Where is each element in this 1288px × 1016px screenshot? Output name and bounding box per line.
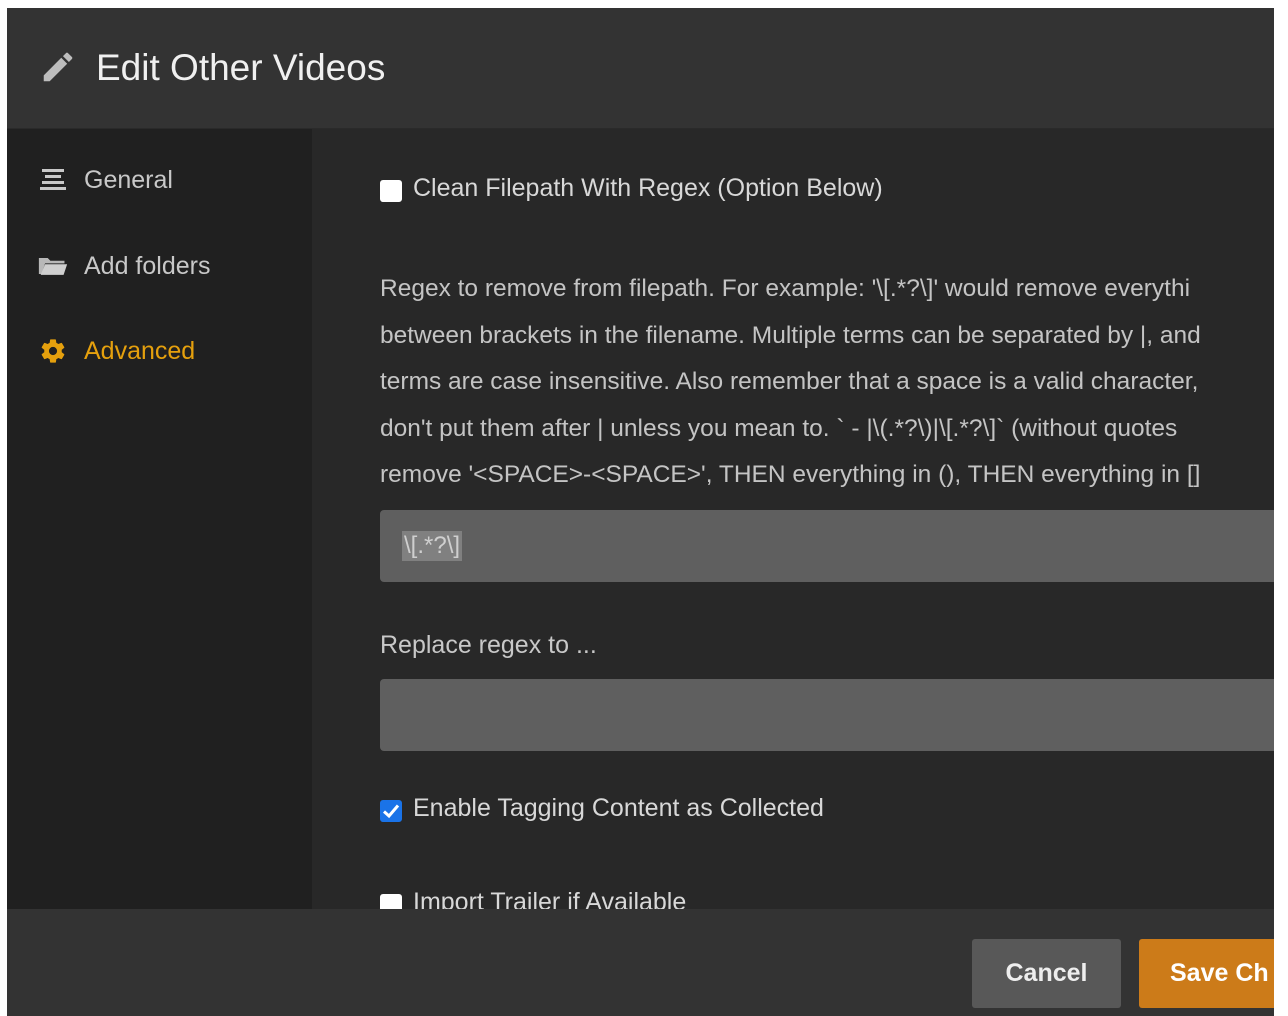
import-trailer-label: Import Trailer if Available — [413, 888, 687, 909]
help-line: Regex to remove from filepath. For examp… — [380, 275, 1191, 302]
gear-icon — [38, 336, 68, 366]
sidebar-item-label: Add folders — [84, 251, 211, 280]
sidebar-item-add-folders[interactable]: Add folders — [38, 246, 210, 286]
checkmark-icon — [382, 804, 400, 819]
enable-tagging-checkbox[interactable] — [380, 800, 402, 822]
sidebar-item-advanced[interactable]: Advanced — [38, 331, 195, 371]
regex-help-text: Regex to remove from filepath. For examp… — [380, 266, 1274, 499]
sidebar-item-label: Advanced — [84, 336, 196, 365]
edit-library-modal: Edit Other Videos General Add folders Ad… — [7, 8, 1274, 1016]
pencil-icon — [43, 52, 73, 82]
list-icon — [38, 165, 68, 195]
help-line: don't put them after | unless you mean t… — [380, 414, 1178, 442]
enable-tagging-label: Enable Tagging Content as Collected — [413, 794, 824, 822]
help-line: terms are case insensitive. Also remembe… — [380, 368, 1199, 395]
sidebar-item-general[interactable]: General — [38, 160, 173, 200]
cancel-button[interactable]: Cancel — [972, 939, 1121, 1008]
clean-filepath-checkbox[interactable] — [380, 180, 402, 202]
folder-icon — [38, 251, 68, 281]
advanced-settings-panel: Clean Filepath With Regex (Option Below)… — [312, 129, 1274, 909]
replace-regex-label: Replace regex to ... — [380, 631, 597, 659]
modal-header: Edit Other Videos — [7, 8, 1274, 129]
import-trailer-checkbox[interactable] — [380, 894, 402, 909]
save-changes-button[interactable]: Save Ch — [1139, 939, 1274, 1008]
modal-title: Edit Other Videos — [96, 47, 386, 88]
replace-regex-input[interactable] — [380, 679, 1274, 751]
sidebar-item-label: General — [84, 165, 173, 194]
regex-input-value: \[.*?\] — [402, 531, 463, 561]
sidebar: General Add folders Advanced — [7, 129, 312, 909]
modal-footer: Cancel Save Ch — [7, 909, 1274, 1016]
regex-input[interactable]: \[.*?\] — [380, 510, 1274, 582]
clean-filepath-label: Clean Filepath With Regex (Option Below) — [413, 174, 883, 202]
help-line: between brackets in the filename. Multip… — [380, 321, 1201, 349]
help-line: remove '<SPACE>-<SPACE>', THEN everythin… — [380, 461, 1201, 488]
